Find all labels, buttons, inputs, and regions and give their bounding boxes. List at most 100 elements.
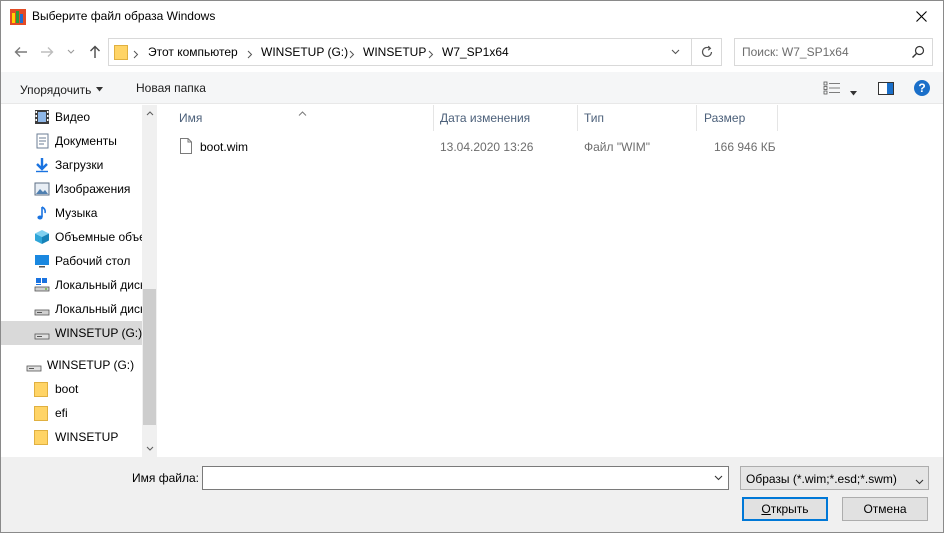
open-button-label: ткрыть (770, 502, 809, 516)
refresh-button[interactable] (691, 39, 721, 65)
sidebar-item-documents[interactable]: Документы (1, 129, 142, 153)
navigation-pane: Видео Документы Загрузки Изображения Муз… (1, 105, 157, 457)
file-row[interactable]: boot.wim 13.04.2020 13:26 Файл "WIM" 166… (170, 136, 776, 158)
usb-drive-icon (34, 325, 50, 341)
sidebar-item-label: Локальный диск (C:) (55, 278, 142, 292)
scroll-down-button[interactable] (142, 440, 157, 457)
chevron-up-icon (146, 111, 153, 116)
sidebar-item-video[interactable]: Видео (1, 105, 142, 129)
column-header-name[interactable]: Имя (179, 111, 202, 131)
column-divider[interactable] (777, 105, 778, 131)
file-type-filter[interactable]: Образы (*.wim;*.esd;*.swm) (740, 466, 929, 490)
sidebar-item-label: WINSETUP (G:) (47, 358, 135, 372)
organize-label: Упорядочить (20, 83, 92, 97)
sidebar-item-winsetup-drive[interactable]: WINSETUP (G:) (1, 321, 142, 345)
filter-value: Образы (*.wim;*.esd;*.swm) (746, 472, 897, 486)
folder-icon (34, 405, 50, 421)
filename-input[interactable] (202, 466, 729, 490)
column-divider[interactable] (433, 105, 434, 131)
preview-pane-icon (878, 82, 894, 95)
chevron-right-icon (247, 48, 253, 62)
change-view-button[interactable] (823, 81, 841, 98)
sidebar-item-label: WINSETUP (55, 430, 119, 444)
sidebar-item-label: Рабочий стол (55, 254, 131, 268)
music-icon (34, 205, 50, 221)
column-header-size[interactable]: Размер (704, 111, 745, 131)
filename-history-button[interactable] (708, 467, 728, 489)
drive-icon (34, 301, 50, 317)
column-header-type[interactable]: Тип (584, 111, 604, 131)
chevron-down-icon (714, 475, 722, 481)
help-button[interactable]: ? (914, 80, 930, 96)
sidebar-item-label: Загрузки (55, 158, 104, 172)
sidebar-item-local-disk-1[interactable]: Локальный диск (C:) (1, 273, 142, 297)
sidebar-item-downloads[interactable]: Загрузки (1, 153, 142, 177)
sidebar-item-folder-efi[interactable]: efi (1, 401, 142, 425)
sidebar-item-label: Изображения (55, 182, 131, 196)
breadcrumb-folder[interactable]: WINSETUP (363, 45, 426, 59)
search-icon[interactable] (911, 45, 925, 62)
back-button[interactable] (11, 42, 31, 62)
address-history-button[interactable] (661, 39, 689, 65)
sidebar-item-label: Объемные объекты (55, 230, 142, 244)
scroll-thumb[interactable] (143, 289, 156, 425)
column-divider[interactable] (696, 105, 697, 131)
sidebar-item-label: WINSETUP (G:) (55, 326, 142, 340)
breadcrumb-drive[interactable]: WINSETUP (G:) (261, 45, 348, 59)
arrow-up-icon (90, 45, 100, 58)
sidebar-item-3d-objects[interactable]: Объемные объекты (1, 225, 142, 249)
column-divider[interactable] (577, 105, 578, 131)
chevron-down-icon (671, 49, 679, 55)
sort-ascending-icon (298, 105, 307, 119)
video-icon (34, 109, 50, 125)
sidebar-item-folder-winsetup[interactable]: WINSETUP (1, 425, 142, 449)
sidebar-item-local-disk-2[interactable]: Локальный диск (D:) (1, 297, 142, 321)
usb-drive-icon (26, 357, 42, 373)
recent-locations-button[interactable] (64, 42, 78, 62)
chevron-down-icon (67, 49, 75, 54)
sidebar-item-folder-boot[interactable]: boot (1, 377, 142, 401)
caret-down-icon (96, 81, 104, 95)
close-button[interactable] (899, 1, 943, 32)
sidebar-item-label: Видео (55, 110, 91, 124)
network-drive-icon (34, 277, 50, 293)
breadcrumb-this-pc[interactable]: Этот компьютер (148, 45, 238, 59)
sidebar-item-music[interactable]: Музыка (1, 201, 142, 225)
file-list[interactable]: Имя Дата изменения Тип Размер boot.wim 1… (158, 105, 943, 457)
details-view-icon (823, 81, 840, 95)
open-button[interactable]: Открыть (742, 497, 828, 521)
chevron-right-icon (133, 48, 139, 62)
column-header-modified[interactable]: Дата изменения (440, 111, 530, 131)
open-button-accesskey: О (761, 502, 771, 516)
filename-label: Имя файла: (132, 471, 199, 485)
folder-icon (34, 381, 50, 397)
chevron-right-icon (428, 48, 434, 62)
downloads-icon (34, 157, 50, 173)
scroll-up-button[interactable] (142, 105, 157, 122)
search-input[interactable]: Поиск: W7_SP1x64 (734, 38, 933, 66)
new-folder-button[interactable]: Новая папка (136, 81, 206, 95)
cancel-button[interactable]: Отмена (842, 497, 928, 521)
address-bar[interactable]: Этот компьютер WINSETUP (G:) WINSETUP W7… (108, 38, 722, 66)
sidebar-item-winsetup-root[interactable]: WINSETUP (G:) (1, 353, 142, 377)
file-modified: 13.04.2020 13:26 (440, 140, 534, 154)
chevron-down-icon (915, 474, 924, 488)
dialog-footer: Имя файла: Образы (*.wim;*.esd;*.swm) От… (1, 457, 943, 532)
preview-pane-button[interactable] (878, 82, 894, 98)
caret-down-icon[interactable] (850, 85, 857, 99)
up-button[interactable] (85, 42, 105, 62)
file-open-dialog: Выберите файл образа Windows Этот компью… (0, 0, 944, 533)
app-icon (10, 9, 26, 25)
sidebar-item-pictures[interactable]: Изображения (1, 177, 142, 201)
breadcrumb-current[interactable]: W7_SP1x64 (442, 45, 509, 59)
sidebar-item-desktop[interactable]: Рабочий стол (1, 249, 142, 273)
sidebar-item-label: boot (55, 382, 79, 396)
navigation-scrollbar[interactable] (142, 105, 157, 457)
title-bar[interactable]: Выберите файл образа Windows (1, 1, 943, 32)
file-icon (180, 138, 192, 157)
organize-button[interactable]: Упорядочить (20, 81, 104, 97)
forward-button[interactable] (37, 42, 57, 62)
sidebar-item-label: Локальный диск (D:) (55, 302, 142, 316)
arrow-right-icon (41, 47, 54, 57)
close-icon (915, 11, 927, 22)
